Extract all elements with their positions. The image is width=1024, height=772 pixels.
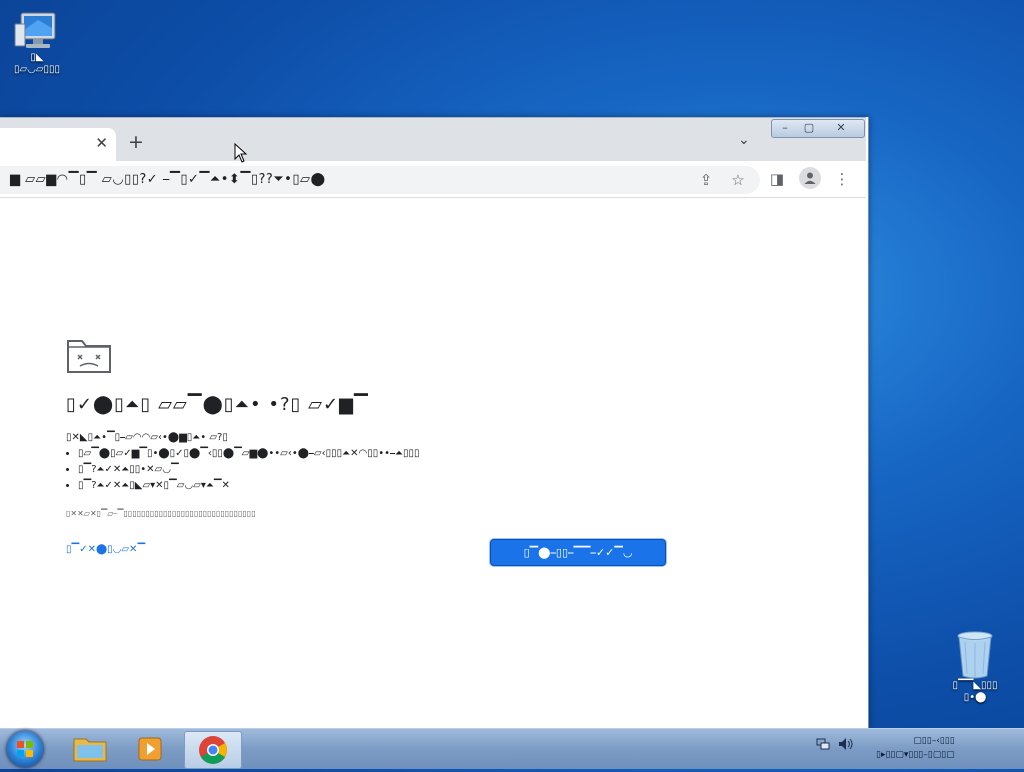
address-bar[interactable]: ▆ ▱▱▆◠▔▯▔ ▱◡▯▯?✓ ⎯▔▯✓▔⏶•⬍▔▯??⏷•▯▱⬤ ⇪ ☆	[0, 166, 760, 194]
computer-icon	[14, 12, 56, 48]
computer-icon-label-1: ▯◣	[30, 52, 44, 63]
browser-window: ✕ + ⌄ – ▢ ✕ ▆ ▱▱▆◠▔▯▔ ▱◡▯▯?✓ ⎯▔▯✓▔⏶•⬍▔▯?…	[0, 117, 869, 728]
menu-icon[interactable]: ⋮	[832, 170, 852, 188]
error-page: ▯✓⬤▯⏶▯ ▱▱▔⬤▯⏶• •?▯ ▱✓▆▔ ▯✕◣▯⏶•▔▯⎯▱◠◠▱‹•⬤…	[0, 198, 866, 728]
profile-icon[interactable]	[799, 167, 821, 189]
error-description: ▯✕◣▯⏶•▔▯⎯▱◠◠▱‹•⬤▆▯⏶• ▱?▯ ▯▱▔⬤▯▱✓▆▔▯•⬤▯✓▯…	[66, 430, 420, 494]
error-title: ▯✓⬤▯⏶▯ ▱▱▔⬤▯⏶• •?▯ ▱✓▆▔	[66, 394, 369, 415]
details-button[interactable]: ▯▔✓✕⬤▯◡▱✕▔	[66, 544, 145, 555]
active-tab[interactable]: ✕	[0, 128, 116, 162]
folder-icon	[73, 738, 107, 762]
window-controls: – ▢ ✕	[771, 119, 865, 138]
chrome-icon	[199, 736, 227, 764]
suggestion-item[interactable]: ▯▔?⏶✓✕⏶▯◣▱▾✕▯▔▱◡▱▾⏶▔✕	[78, 478, 420, 494]
clock-time: ▢▯▯–‹▯▯▯	[913, 736, 955, 746]
error-intro: ▯✕◣▯⏶•▔▯⎯▱◠◠▱‹•⬤▆▯⏶• ▱?▯	[66, 432, 228, 443]
reload-button[interactable]: ▯▔⬤⎯▯▯⎯▔▔⎯✓✓▔◡	[490, 539, 666, 566]
taskbar-chrome-button[interactable]	[184, 731, 242, 769]
computer-desktop-icon[interactable]: ▯◣ ▯▱◡▱▯▯▯	[4, 10, 70, 76]
mouse-cursor-icon	[234, 143, 248, 163]
recycle-bin-icon	[957, 631, 993, 679]
address-bar-text: ▆ ▱▱▆◠▔▯▔ ▱◡▯▯?✓ ⎯▔▯✓▔⏶•⬍▔▯??⏷•▯▱⬤	[10, 172, 326, 187]
taskbar: ▢▯▯–‹▯▯▯ ▯▸▯▯▢▾▯▯▯–▯▢▯▢	[0, 728, 1024, 769]
suggestion-item: ▯▱▔⬤▯▱✓▆▔▯•⬤▯✓▯⬤▔‹▯▯⬤▔▱▆⬤••▱‹•⬤⎯▱‹▯▯▯⏶✕◠…	[78, 446, 420, 462]
tab-search-icon[interactable]: ⌄	[738, 132, 750, 148]
media-player-icon	[138, 737, 162, 761]
network-icon[interactable]	[816, 737, 830, 754]
person-icon	[804, 172, 816, 184]
clock-date: ▯▸▯▯▢▾▯▯▯–▯▢▯▢	[876, 750, 955, 760]
close-button[interactable]: ✕	[830, 121, 852, 134]
computer-icon-label-2: ▯▱◡▱▯▯▯	[13, 64, 61, 75]
start-button[interactable]	[7, 731, 43, 767]
side-panel-icon[interactable]: ◨	[767, 170, 787, 188]
tab-close-icon[interactable]: ✕	[95, 134, 108, 152]
system-clock[interactable]: ▢▯▯–‹▯▯▯ ▯▸▯▯▢▾▯▯▯–▯▢▯▢	[876, 734, 955, 762]
new-tab-button[interactable]: +	[128, 131, 144, 153]
share-icon[interactable]: ⇪	[696, 171, 716, 189]
error-code: ▯✕✕▱✕▯▔▱⎯▔▯▯▯▯▯▯▯▯▯▯▯▯▯▯▯▯▯▯▯▯▯▯▯▯▯▯▯▯▯▯	[66, 509, 256, 518]
suggestion-list: ▯▱▔⬤▯▱✓▆▔▯•⬤▯✓▯⬤▔‹▯▯⬤▔▱▆⬤••▱‹•⬤⎯▱‹▯▯▯⏶✕◠…	[66, 446, 420, 494]
maximize-button[interactable]: ▢	[798, 121, 820, 134]
recycle-bin-label-1: ▯▔▔◣▯▯▯	[952, 680, 998, 691]
tab-strip: ✕ + ⌄ – ▢ ✕	[0, 117, 866, 162]
minimize-button[interactable]: –	[774, 121, 796, 134]
volume-icon[interactable]	[838, 737, 854, 754]
recycle-bin-desktop-icon[interactable]: ▯▔▔◣▯▯▯ ▯•⬤	[940, 630, 1010, 704]
browser-toolbar: ▆ ▱▱▆◠▔▯▔ ▱◡▯▯?✓ ⎯▔▯✓▔⏶•⬍▔▯??⏷•▯▱⬤ ⇪ ☆ ◨…	[0, 161, 866, 198]
recycle-bin-label-2: ▯•⬤	[963, 692, 987, 703]
taskbar-explorer-button[interactable]	[62, 731, 118, 767]
bookmark-star-icon[interactable]: ☆	[728, 171, 748, 189]
sad-folder-icon	[67, 340, 111, 373]
taskbar-media-player-button[interactable]	[122, 731, 178, 767]
suggestion-item[interactable]: ▯▔?⏶✓✕⏶▯▯•✕▱◡▔	[78, 462, 420, 478]
windows-logo-icon	[17, 741, 33, 757]
